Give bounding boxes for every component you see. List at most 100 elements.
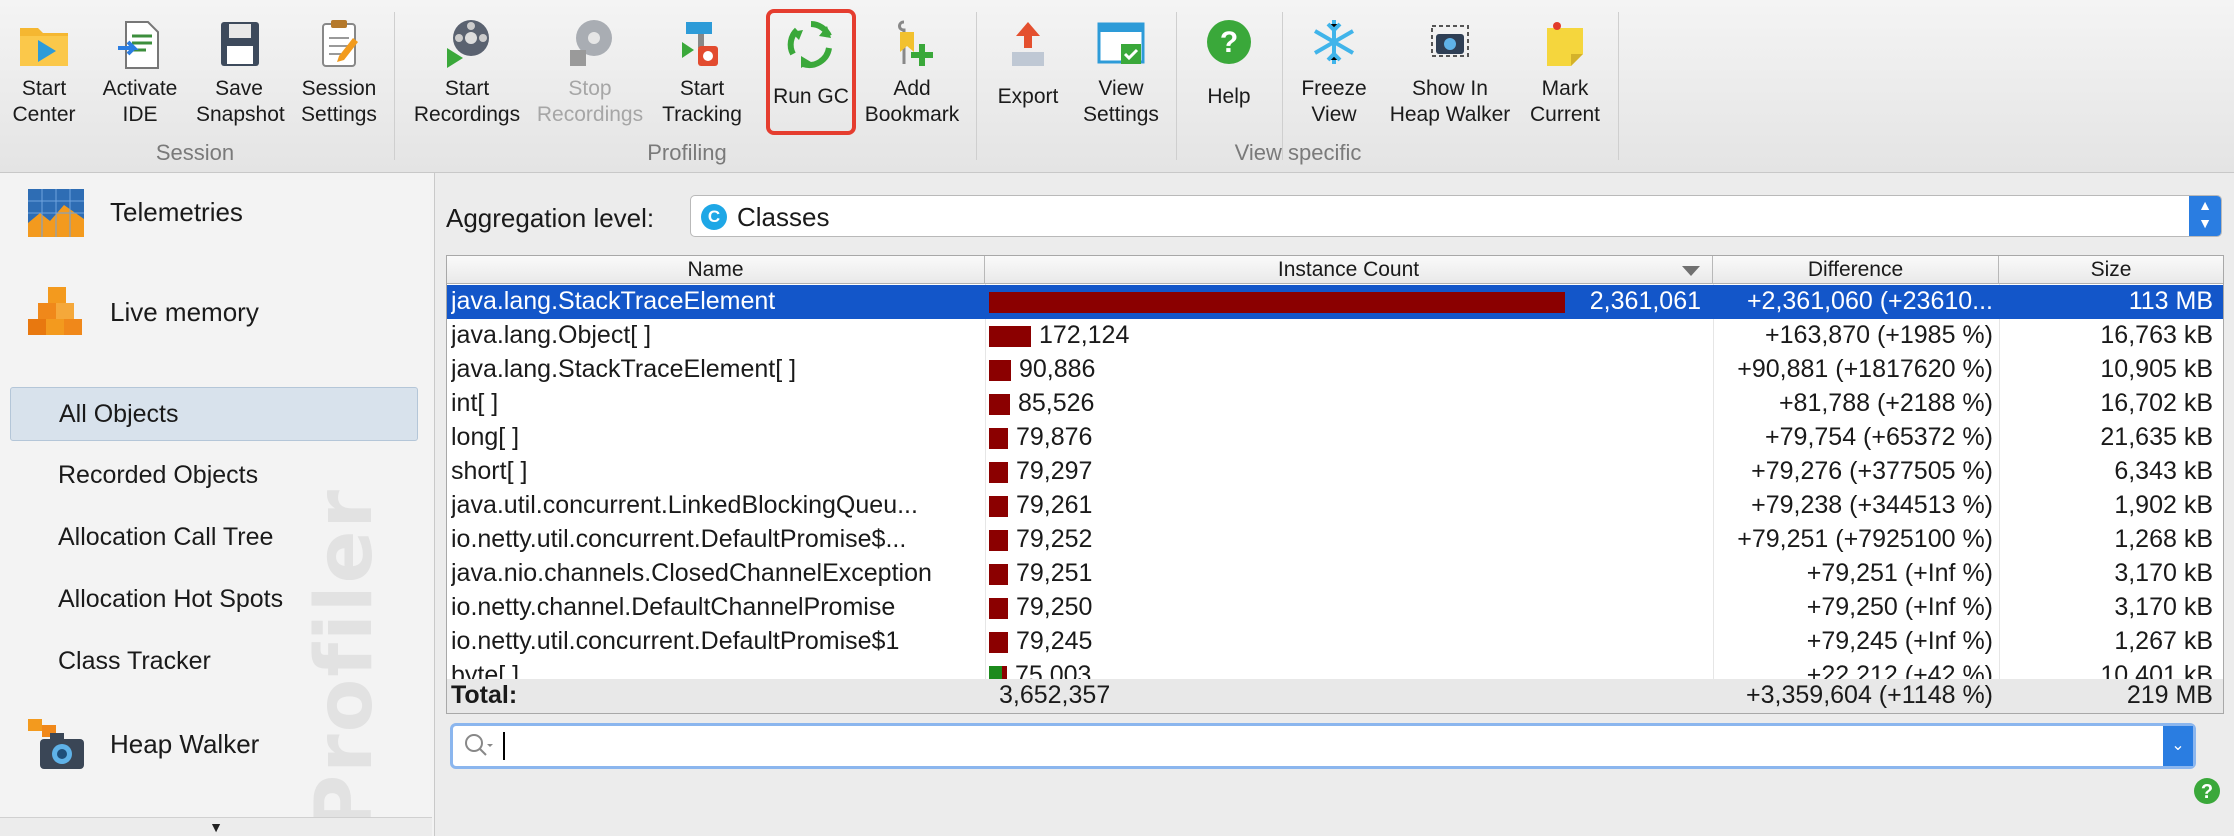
show-in-heap-walker-button[interactable]: Show In Heap Walker [1384, 8, 1516, 136]
freeze-view-button[interactable]: Freeze View [1290, 8, 1378, 136]
export-button[interactable]: Export [986, 8, 1070, 136]
table-row[interactable]: byte[ ] 75,003 +22,212 (+42 %) 10,401 kB [447, 659, 2223, 681]
cell-name: java.lang.Object[ ] [451, 321, 652, 349]
table-row[interactable]: java.lang.StackTraceElement 2,361,061 +2,3… [447, 285, 2223, 319]
table-row[interactable]: io.netty.util.concurrent.DefaultPromise$… [447, 523, 2223, 557]
instance-count-bar [989, 632, 1008, 653]
bookmark-add-icon [898, 20, 933, 66]
cell-size: 6,343 kB [2114, 457, 2213, 485]
camera-blocks-icon [28, 719, 84, 769]
start-tracking-button[interactable]: Start Tracking [652, 8, 752, 136]
column-header-instance-count[interactable]: Instance Count [985, 256, 1713, 284]
instance-count-bar [989, 428, 1008, 449]
instance-count-bar [989, 394, 1010, 415]
camera-icon [1431, 25, 1469, 57]
film-reel-play-icon [447, 20, 489, 68]
cell-instance-count: 90,886 [989, 355, 1709, 385]
help-question-icon: ? [1207, 20, 1251, 64]
search-field[interactable]: ⌄ [450, 723, 2196, 769]
column-header-size[interactable]: Size [1999, 256, 2223, 284]
cell-size: 3,170 kB [2114, 559, 2213, 587]
instance-count-bar [989, 530, 1008, 551]
cell-name: long[ ] [451, 423, 520, 451]
cell-instance-count: 172,124 [989, 321, 1709, 351]
sidebar-item-allocation-hot-spots[interactable]: Allocation Hot Spots [10, 573, 416, 625]
column-header-difference[interactable]: Difference [1713, 256, 1999, 284]
cell-name: java.nio.channels.ClosedChannelException [451, 559, 932, 587]
sidebar-item-class-tracker[interactable]: Class Tracker [10, 635, 416, 687]
cell-name: java.lang.StackTraceElement [451, 287, 776, 315]
help-button[interactable]: ? Help [1186, 8, 1272, 136]
stacked-blocks-icon [28, 287, 82, 335]
table-row[interactable]: long[ ] 79,876 +79,754 (+65372 %) 21,635 kB [447, 421, 2223, 455]
table-row[interactable]: io.netty.channel.DefaultChannelPromise 79… [447, 591, 2223, 625]
cell-difference: +79,276 (+377505 %) [1751, 457, 1993, 485]
window-check-icon [1097, 22, 1145, 64]
cell-difference: +22,212 (+42 %) [1806, 661, 1993, 681]
separator [1618, 12, 1619, 160]
svg-text:?: ? [1220, 26, 1238, 59]
total-row: Total: 3,652,357 +3,359,604 (+1148 %) 21… [446, 679, 2224, 714]
telemetry-chart-icon [28, 189, 84, 237]
session-settings-button[interactable]: Session Settings [292, 8, 386, 136]
start-recordings-button[interactable]: Start Recordings [408, 8, 526, 136]
chevron-down-icon[interactable]: ⌄ [2163, 726, 2193, 766]
start-center-button[interactable]: Start Center [0, 8, 88, 136]
cell-difference: +79,245 (+Inf %) [1806, 627, 1993, 655]
instance-count-bar [989, 462, 1008, 483]
cell-instance-count: 2,361,061 [989, 287, 1709, 317]
total-difference: +3,359,604 (+1148 %) [1746, 681, 1993, 709]
sidebar-item-telemetries[interactable]: Telemetries [0, 173, 434, 253]
sidebar-item-heap-walker[interactable]: Heap Walker [0, 705, 434, 785]
export-arrow-icon [1012, 22, 1044, 66]
cell-instance-count: 79,245 [989, 627, 1709, 657]
cell-instance-count: 79,876 [989, 423, 1709, 453]
cell-size: 16,763 kB [2100, 321, 2213, 349]
table-row[interactable]: short[ ] 79,297 +79,276 (+377505 %) 6,343 k… [447, 455, 2223, 489]
instance-count-value: 172,124 [1039, 321, 1130, 349]
group-label-view-specific: View specific [1234, 140, 1362, 165]
instance-count-bar [989, 598, 1008, 619]
sidebar-item-all-objects[interactable]: All Objects [10, 387, 418, 441]
sidebar-item-allocation-call-tree[interactable]: Allocation Call Tree [10, 511, 416, 563]
view-settings-button[interactable]: View Settings [1076, 8, 1166, 136]
instance-count-value: 79,261 [1016, 491, 1093, 519]
stop-recordings-button[interactable]: Stop Recordings [532, 8, 648, 136]
chevron-updown-icon[interactable]: ▲ ▼ [2189, 196, 2221, 236]
folder-play-icon [20, 28, 68, 66]
column-header-name[interactable]: Name [447, 256, 985, 284]
cell-name: int[ ] [451, 389, 499, 417]
add-bookmark-button[interactable]: Add Bookmark [862, 8, 962, 136]
aggregation-level-label: Aggregation level: [446, 203, 655, 233]
film-reel-stop-icon [570, 20, 612, 66]
cell-difference: +79,251 (+7925100 %) [1737, 525, 1993, 553]
floppy-disk-icon [221, 22, 259, 66]
table-row[interactable]: io.netty.util.concurrent.DefaultPromise$… [447, 625, 2223, 659]
instance-count-bar [989, 360, 1011, 381]
snowflake-icon [1313, 20, 1355, 64]
cell-instance-count: 79,252 [989, 525, 1709, 555]
instance-count-value: 2,361,061 [1589, 287, 1701, 315]
activate-ide-button[interactable]: Activate IDE [92, 8, 188, 136]
cell-size: 113 MB [2128, 287, 2213, 315]
cell-instance-count: 85,526 [989, 389, 1709, 419]
table-row[interactable]: java.lang.StackTraceElement[ ] 90,886 +90,… [447, 353, 2223, 387]
table-row[interactable]: int[ ] 85,526 +81,788 (+2188 %) 16,702 kB [447, 387, 2223, 421]
total-count: 3,652,357 [999, 681, 1111, 709]
table-row[interactable]: java.nio.channels.ClosedChannelException… [447, 557, 2223, 591]
table-row[interactable]: java.util.concurrent.LinkedBlockingQueu.… [447, 489, 2223, 523]
table-row[interactable]: java.lang.Object[ ] 172,124 +163,870 (+198… [447, 319, 2223, 353]
sidebar-scroll-down[interactable]: ▼ [0, 817, 432, 836]
mark-current-button[interactable]: Mark Current [1522, 8, 1608, 136]
cell-difference: +79,250 (+Inf %) [1806, 593, 1993, 621]
cell-size: 3,170 kB [2114, 593, 2213, 621]
aggregation-level-select[interactable]: C Classes ▲ ▼ [690, 195, 2222, 237]
save-snapshot-button[interactable]: Save Snapshot [196, 8, 285, 136]
sidebar-item-recorded-objects[interactable]: Recorded Objects [10, 449, 416, 501]
help-small-icon[interactable]: ? [2192, 776, 2222, 806]
separator [1282, 12, 1283, 160]
clipboard-edit-icon [322, 20, 358, 67]
sidebar-item-live-memory[interactable]: Live memory [0, 273, 434, 353]
separator [1176, 12, 1177, 160]
cell-instance-count: 79,261 [989, 491, 1709, 521]
